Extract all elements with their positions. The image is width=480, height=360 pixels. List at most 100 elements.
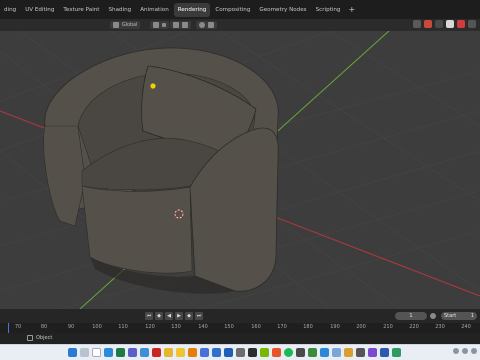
tab-modeling[interactable]: ding [0,3,20,17]
outlook-icon[interactable] [224,348,233,357]
status-bar: Object [0,333,480,344]
play-icon[interactable]: ▶ [175,312,183,320]
teams-icon[interactable] [128,348,137,357]
volume-icon[interactable] [471,348,477,354]
ruler-tick: 240 [461,324,471,330]
falloff-icon [208,22,214,28]
widgets-icon[interactable] [92,348,101,357]
current-frame-field[interactable]: 1 [395,312,427,320]
ruler-tick: 80 [40,324,48,330]
spotify-icon[interactable] [284,348,293,357]
game-icon[interactable] [308,348,317,357]
tab-compositing[interactable]: Compositing [211,3,254,17]
tab-texture-paint[interactable]: Texture Paint [59,3,103,17]
ruler-tick: 150 [224,324,234,330]
chair-front [81,185,193,274]
blender-icon[interactable] [188,348,197,357]
chevron-up-icon[interactable] [453,348,459,354]
store-icon[interactable] [200,348,209,357]
tab-scripting[interactable]: Scripting [312,3,345,17]
play-reverse-icon[interactable]: ◀ [165,312,173,320]
edge-icon[interactable] [104,348,113,357]
camera-icon[interactable] [356,348,365,357]
ruler-tick: 230 [435,324,445,330]
start-label: Start [444,313,457,319]
timeline-controls: ⏮ ◆ ◀ ▶ ◆ ⏭ 1 Start 1 [0,309,480,323]
ruler-tick: 200 [356,324,366,330]
material-preview-icon[interactable] [457,20,465,28]
ruler-tick: 130 [171,324,181,330]
clipchamp-icon[interactable] [368,348,377,357]
proportional-edit-toggle[interactable] [196,21,217,29]
pivot-dropdown[interactable] [150,21,169,29]
jump-keyframe-back-icon[interactable]: ◆ [155,312,163,320]
solid-shading-icon[interactable] [446,20,454,28]
3d-viewport[interactable] [0,31,480,309]
search-icon[interactable] [80,348,89,357]
snap-dropdown[interactable] [170,21,191,29]
start-frame-field[interactable]: Start 1 [441,312,477,320]
excel-icon[interactable] [116,348,125,357]
gizmo-icon[interactable] [424,20,432,28]
settings-icon[interactable] [236,348,245,357]
taskbar-app-icons [68,348,401,357]
chevron-down-icon [162,23,166,27]
orientation-label: Global [122,22,138,28]
magnet-icon [173,22,179,28]
xray-icon[interactable] [435,20,443,28]
overlay-icon[interactable] [413,20,421,28]
ruler-tick: 220 [409,324,419,330]
paint-icon[interactable] [344,348,353,357]
transform-orientation-dropdown[interactable]: Global [110,21,141,29]
clock-icon[interactable] [430,313,436,319]
playback-controls: ⏮ ◆ ◀ ▶ ◆ ⏭ [145,312,203,320]
ruler-tick: 70 [14,324,22,330]
light-object-dot [150,83,156,89]
pivot-icon [153,22,159,28]
jump-keyframe-forward-icon[interactable]: ◆ [185,312,193,320]
start-value: 1 [470,313,474,319]
ruler-tick: 180 [303,324,313,330]
tab-geometry-nodes[interactable]: Geometry Nodes [255,3,310,17]
tab-uv-editing[interactable]: UV Editing [21,3,58,17]
media-icon[interactable] [272,348,281,357]
snap-target-icon [182,22,188,28]
vscode-icon[interactable] [320,348,329,357]
frame-ruler[interactable]: 70 80 90 100 110 120 130 140 150 160 170… [0,323,480,333]
ruler-tick: 170 [277,324,287,330]
system-tray [453,348,477,354]
wifi-icon[interactable] [462,348,468,354]
rendered-shading-icon[interactable] [468,20,476,28]
orientation-icon [113,22,119,28]
tab-rendering[interactable]: Rendering [173,2,211,17]
viewport-scene [0,31,480,309]
proportional-edit-icon [199,22,205,28]
jump-start-icon[interactable]: ⏮ [145,312,153,320]
tab-shading[interactable]: Shading [105,3,136,17]
ruler-tick: 190 [330,324,340,330]
ruler-tick: 100 [92,324,102,330]
chrome-icon[interactable] [164,348,173,357]
photos-icon[interactable] [140,348,149,357]
terminal-icon[interactable] [248,348,257,357]
jump-end-icon[interactable]: ⏭ [195,312,203,320]
viewport-header: Global [0,19,480,31]
nvidia-icon[interactable] [260,348,269,357]
windows-taskbar [0,344,480,360]
ruler-tick: 110 [118,324,128,330]
acrobat-icon[interactable] [152,348,161,357]
start-icon[interactable] [68,348,77,357]
tab-animation[interactable]: Animation [136,3,173,17]
ruler-tick: 210 [383,324,393,330]
maps-icon[interactable] [392,348,401,357]
word-icon[interactable] [380,348,389,357]
status-mode-label: Object [36,335,53,341]
mouse-select-icon [27,335,33,341]
ruler-tick: 160 [251,324,261,330]
mail-icon[interactable] [212,348,221,357]
files-icon[interactable] [176,348,185,357]
calculator-icon[interactable] [296,348,305,357]
add-workspace-button[interactable]: + [345,3,358,17]
notepad-icon[interactable] [332,348,341,357]
playhead[interactable] [8,323,9,333]
